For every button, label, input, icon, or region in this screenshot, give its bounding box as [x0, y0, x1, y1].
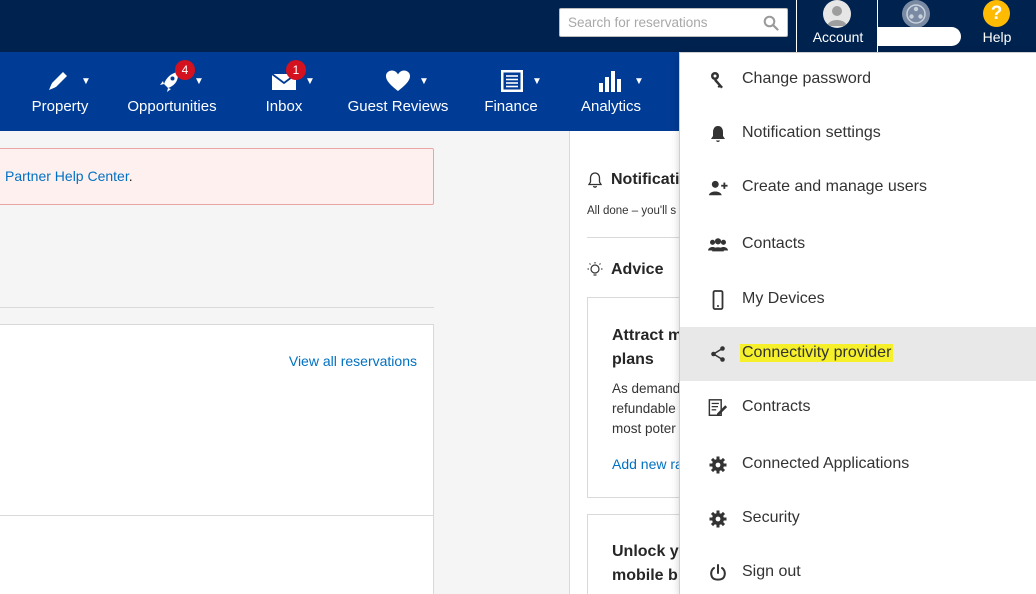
top-bar: ? Help — [0, 0, 1036, 52]
nav-item-opportunities[interactable]: 4 ▼ Opportunities — [122, 52, 222, 131]
view-all-reservations-link[interactable]: View all reservations — [289, 353, 417, 369]
chevron-down-icon: ▼ — [634, 76, 644, 87]
gear-icon — [709, 510, 727, 528]
content-card — [0, 515, 434, 594]
menu-item-label: Notification settings — [742, 124, 881, 141]
share-icon — [711, 346, 725, 362]
menu-item-label: Contracts — [742, 398, 811, 415]
add-new-rate-link[interactable]: Add new ra — [612, 456, 683, 472]
menu-item-security[interactable]: Security — [680, 492, 1036, 546]
account-menu: Change password Notification settings Cr… — [679, 52, 1036, 594]
advice-card-text: As demand — [612, 381, 681, 396]
property-switcher-button[interactable] — [867, 0, 961, 52]
menu-item-contracts[interactable]: Contracts — [680, 381, 1036, 435]
help-icon: ? — [983, 0, 1010, 27]
section-divider — [0, 307, 434, 308]
menu-item-label: Change password — [742, 70, 871, 87]
key-icon — [711, 72, 723, 89]
menu-item-label: Security — [742, 509, 800, 526]
menu-item-connectivity-provider[interactable]: Connectivity provider — [680, 327, 1036, 381]
menu-item-sign-out[interactable]: Sign out — [680, 546, 1036, 594]
account-avatar-icon — [823, 0, 851, 28]
search-input[interactable] — [560, 9, 760, 36]
menu-item-label: Create and manage users — [742, 178, 927, 195]
account-label: Account — [812, 29, 864, 45]
menu-item-my-devices[interactable]: My Devices — [680, 273, 1036, 327]
power-icon — [710, 564, 726, 581]
search-icon[interactable] — [763, 15, 779, 31]
menu-item-label: Connected Applications — [742, 455, 910, 472]
advice-heading: Advice — [611, 261, 664, 278]
lightbulb-icon — [587, 262, 603, 276]
add-user-icon — [708, 180, 728, 196]
nav-item-guest-reviews[interactable]: ▼ Guest Reviews — [346, 52, 450, 131]
heart-icon — [386, 70, 410, 91]
advice-card-title: Unlock yo — [612, 543, 689, 560]
pencil-icon — [49, 72, 67, 90]
chevron-down-icon: ▼ — [419, 76, 429, 87]
nav-item-label: Analytics — [580, 98, 642, 115]
nav-item-property[interactable]: ▼ Property — [28, 52, 92, 131]
alert-punctuation: . — [128, 168, 133, 184]
opportunities-badge: 4 — [175, 60, 195, 80]
nav-item-label: Guest Reviews — [347, 98, 449, 115]
ledger-icon — [501, 70, 523, 92]
notifications-status: All done – you'll s — [587, 205, 677, 217]
nav-item-label: Opportunities — [127, 98, 217, 115]
property-icon — [906, 4, 926, 24]
menu-item-label: Contacts — [742, 235, 806, 252]
reservations-card: View all reservations — [0, 324, 434, 516]
advice-card-title: plans — [612, 351, 654, 368]
contacts-icon — [708, 238, 728, 252]
nav-item-finance[interactable]: ▼ Finance — [482, 52, 542, 131]
chevron-down-icon: ▼ — [81, 76, 91, 87]
menu-item-label: Connectivity provider — [740, 344, 894, 362]
account-button[interactable]: Account — [796, 0, 878, 52]
nav-item-inbox[interactable]: 1 ▼ Inbox — [258, 52, 315, 131]
advice-card-text: most poter — [612, 421, 676, 436]
property-name-redacted — [867, 27, 961, 46]
contract-icon — [708, 399, 728, 416]
menu-item-connected-applications[interactable]: Connected Applications — [680, 438, 1036, 492]
chevron-down-icon: ▼ — [194, 76, 204, 87]
advice-card-title: Attract m — [612, 327, 683, 344]
alert-banner: Partner Help Center. — [0, 148, 434, 205]
nav-item-label: Property — [31, 98, 89, 115]
phone-icon — [712, 290, 724, 310]
menu-item-notification-settings[interactable]: Notification settings — [680, 107, 1036, 161]
chevron-down-icon: ▼ — [305, 76, 315, 87]
menu-item-label: My Devices — [742, 290, 825, 307]
menu-item-label: Sign out — [742, 563, 801, 580]
search-box[interactable] — [559, 8, 788, 37]
help-button[interactable]: ? Help — [970, 0, 1026, 52]
nav-item-analytics[interactable]: ▼ Analytics — [578, 52, 644, 131]
help-label: Help — [982, 29, 1012, 45]
advice-card-title: mobile b — [612, 567, 678, 584]
inbox-badge: 1 — [286, 60, 306, 80]
nav-item-label: Finance — [484, 98, 538, 115]
bell-icon — [711, 126, 725, 142]
menu-item-contacts[interactable]: Contacts — [680, 218, 1036, 272]
advice-card-text: refundable — [612, 401, 676, 416]
chevron-down-icon: ▼ — [532, 76, 542, 87]
gear-icon — [709, 456, 727, 474]
alert-text: Partner Help Center. — [5, 168, 133, 184]
property-avatar — [902, 0, 930, 28]
menu-item-change-password[interactable]: Change password — [680, 53, 1036, 107]
nav-item-label: Inbox — [265, 98, 303, 115]
partner-help-center-link[interactable]: Partner Help Center — [5, 168, 129, 184]
notifications-heading: Notificati — [611, 171, 680, 188]
bell-outline-icon — [587, 172, 603, 188]
bar-chart-icon — [599, 71, 621, 92]
menu-item-create-manage-users[interactable]: Create and manage users — [680, 161, 1036, 215]
